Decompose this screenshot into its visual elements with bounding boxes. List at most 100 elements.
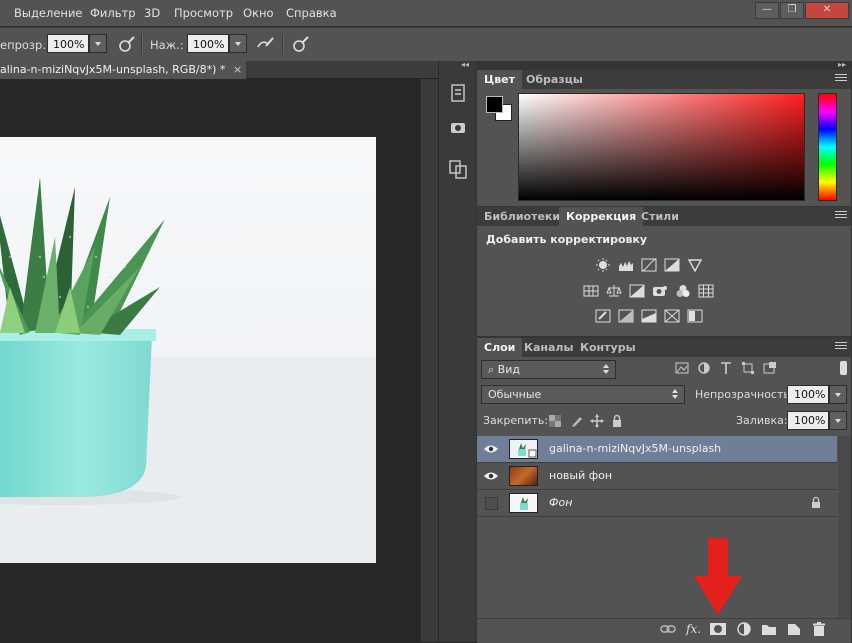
menu-view[interactable]: Просмотр bbox=[174, 6, 233, 20]
document-vertical-scrollbar[interactable] bbox=[420, 79, 439, 642]
filter-type-icon[interactable] bbox=[719, 361, 733, 375]
layer-name: galina-n-miziNqvJx5M-unsplash bbox=[549, 442, 722, 455]
close-button[interactable]: ✕ bbox=[805, 2, 849, 19]
eye-icon[interactable] bbox=[483, 470, 499, 482]
menu-bar: Выделение Фильтр 3D Просмотр Окно Справк… bbox=[0, 0, 852, 26]
separator bbox=[282, 34, 284, 55]
hue-slider[interactable] bbox=[818, 93, 837, 201]
color-balance-icon[interactable] bbox=[606, 284, 622, 298]
panel-menu-icon[interactable] bbox=[835, 74, 847, 84]
filter-shape-icon[interactable] bbox=[741, 361, 755, 375]
tab-libraries[interactable]: Библиотеки bbox=[477, 207, 567, 226]
black-white-icon[interactable] bbox=[629, 284, 645, 298]
menu-select[interactable]: Выделение bbox=[14, 6, 83, 20]
filter-toggle-switch[interactable] bbox=[840, 361, 847, 375]
menu-help[interactable]: Справка bbox=[286, 6, 337, 20]
layer-row-new-background[interactable]: новый фон bbox=[477, 463, 837, 490]
menu-3d[interactable]: 3D bbox=[144, 6, 160, 20]
lock-transparent-pixels-icon[interactable] bbox=[548, 414, 562, 428]
separator bbox=[141, 34, 143, 55]
tab-color[interactable]: Цвет bbox=[477, 70, 523, 89]
blend-mode-value: Обычные bbox=[488, 388, 542, 401]
chevron-updown-icon bbox=[672, 389, 679, 400]
document-tab[interactable]: alina-n-miziNqvJx5M-unsplash, RGB/8*) * … bbox=[0, 61, 246, 79]
lock-label: Закрепить: bbox=[483, 414, 549, 427]
tool-presets-icon[interactable] bbox=[445, 117, 471, 141]
pressure-dropdown[interactable] bbox=[229, 34, 247, 53]
layer-thumbnail bbox=[509, 466, 538, 486]
expand-dock-icon[interactable]: ▸▸ bbox=[838, 60, 846, 69]
airbrush-icon[interactable] bbox=[254, 33, 276, 55]
filter-adjustment-icon[interactable] bbox=[697, 361, 711, 375]
options-bar: епрозр.: 100% Наж.: 100% bbox=[0, 27, 852, 62]
collapse-dock-icon[interactable]: ◂◂ bbox=[461, 60, 469, 69]
layers-scrollbar[interactable] bbox=[838, 436, 851, 618]
opacity-label: епрозр.: bbox=[0, 38, 50, 52]
pressure-field[interactable]: 100% bbox=[187, 34, 229, 53]
fx-icon[interactable]: fx. bbox=[686, 622, 701, 636]
document-tab-close-icon[interactable]: × bbox=[233, 61, 242, 78]
opacity-field[interactable]: 100% bbox=[47, 34, 89, 53]
opacity-dropdown[interactable] bbox=[89, 34, 107, 53]
fill-dropdown[interactable] bbox=[829, 411, 847, 430]
photo-filter-icon[interactable] bbox=[652, 284, 668, 298]
color-lookup-icon[interactable] bbox=[698, 284, 714, 298]
succulent-photo bbox=[0, 137, 376, 563]
invert-icon[interactable] bbox=[595, 309, 611, 323]
layer-row-galina[interactable]: galina-n-miziNqvJx5M-unsplash bbox=[477, 436, 837, 463]
vibrance-icon[interactable] bbox=[687, 258, 703, 272]
delete-layer-trash-icon[interactable] bbox=[810, 621, 828, 637]
lock-image-pixels-icon[interactable] bbox=[570, 414, 584, 428]
filter-smart-object-icon[interactable] bbox=[763, 361, 777, 375]
tab-styles[interactable]: Стили bbox=[634, 207, 686, 226]
minimize-button[interactable]: — bbox=[755, 2, 779, 19]
lock-position-icon[interactable] bbox=[590, 414, 604, 428]
tab-swatches[interactable]: Образцы bbox=[519, 70, 590, 89]
foreground-color-swatch[interactable] bbox=[486, 96, 503, 113]
fill-field[interactable]: 100% bbox=[787, 411, 829, 430]
posterize-icon[interactable] bbox=[618, 309, 634, 323]
threshold-icon[interactable] bbox=[641, 309, 657, 323]
layer-comps-icon[interactable] bbox=[445, 157, 471, 181]
layer-row-background[interactable]: Фон bbox=[477, 490, 837, 517]
canvas-image[interactable] bbox=[0, 137, 376, 563]
layer-name: Фон bbox=[549, 496, 573, 509]
menu-filter[interactable]: Фильтр bbox=[90, 6, 136, 20]
blend-mode-dropdown[interactable]: Обычные bbox=[481, 385, 685, 404]
layer-opacity-dropdown[interactable] bbox=[829, 385, 847, 404]
menu-window[interactable]: Окно bbox=[243, 6, 274, 20]
panel-menu-icon[interactable] bbox=[835, 211, 847, 221]
history-icon[interactable] bbox=[445, 81, 471, 105]
panel-menu-icon[interactable] bbox=[835, 342, 847, 352]
lock-all-icon[interactable] bbox=[610, 414, 624, 428]
eye-icon[interactable] bbox=[483, 443, 499, 455]
pressure-size-icon[interactable] bbox=[290, 33, 312, 55]
tab-paths[interactable]: Контуры bbox=[573, 338, 643, 357]
new-fill-adjustment-layer-icon[interactable] bbox=[735, 621, 753, 637]
color-field[interactable] bbox=[518, 93, 805, 201]
filter-pixel-icon[interactable] bbox=[675, 361, 689, 375]
chevron-updown-icon bbox=[603, 364, 610, 375]
link-layers-icon[interactable] bbox=[659, 621, 677, 637]
layer-opacity-field[interactable]: 100% bbox=[787, 385, 829, 404]
tab-channels[interactable]: Каналы bbox=[517, 338, 580, 357]
tab-adjustments[interactable]: Коррекция bbox=[559, 207, 644, 226]
brightness-contrast-icon[interactable] bbox=[595, 258, 611, 272]
new-layer-icon[interactable] bbox=[785, 621, 803, 637]
restore-button[interactable]: ❐ bbox=[780, 2, 804, 19]
layer-thumbnail bbox=[509, 493, 538, 513]
curves-icon[interactable] bbox=[641, 258, 657, 272]
selective-color-icon[interactable] bbox=[664, 309, 680, 323]
tab-layers[interactable]: Слои bbox=[477, 338, 523, 357]
airbrush-opacity-icon[interactable] bbox=[116, 33, 138, 55]
channel-mixer-icon[interactable] bbox=[675, 284, 691, 298]
levels-icon[interactable] bbox=[618, 258, 634, 272]
add-layer-mask-icon[interactable] bbox=[709, 621, 727, 637]
gradient-map-icon[interactable] bbox=[687, 309, 703, 323]
new-group-folder-icon[interactable] bbox=[760, 621, 778, 637]
layer-filter-dropdown[interactable]: ⌕ Вид bbox=[481, 360, 616, 379]
visibility-toggle[interactable] bbox=[485, 497, 498, 510]
exposure-icon[interactable] bbox=[664, 258, 680, 272]
hue-saturation-icon[interactable] bbox=[583, 284, 599, 298]
color-panel-tabs: Цвет Образцы bbox=[477, 70, 851, 89]
